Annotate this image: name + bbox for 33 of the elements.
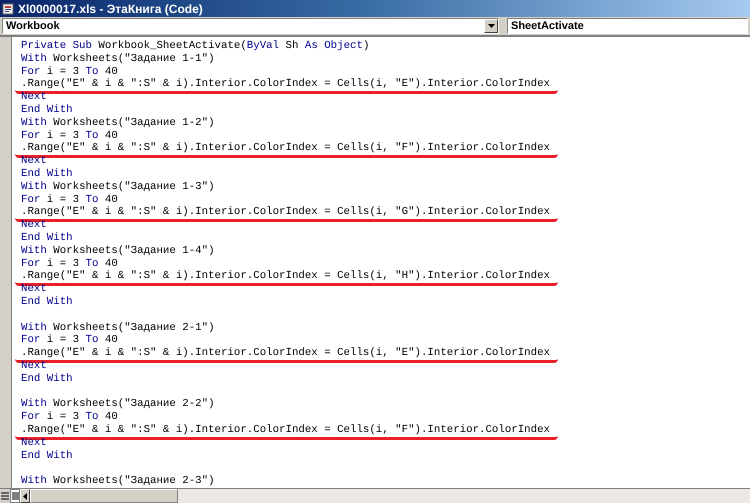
procedure-dropdown[interactable]: SheetActivate	[507, 18, 748, 34]
code-line: For i = 3 To 40	[21, 258, 118, 270]
code-line: End With	[21, 296, 73, 309]
code-line: For i = 3 To 40	[21, 130, 118, 142]
code-line: With Worksheets("Задание 2-3")	[21, 475, 215, 488]
module-icon	[2, 2, 14, 14]
code-line: With Worksheets("Задание 1-4")	[21, 244, 215, 258]
dropdown-button[interactable]	[484, 19, 498, 33]
code-line: With Worksheets("Задание 2-1")	[21, 322, 215, 334]
code-line: Private Sub Workbook_SheetActivate(ByVal Sh As Object)	[21, 40, 370, 53]
object-dropdown[interactable]: Workbook	[2, 18, 499, 34]
code-line: End With	[21, 450, 73, 462]
code-line: For i = 3 To 40	[21, 411, 118, 424]
code-editor[interactable]	[12, 37, 750, 488]
code-line: For i = 3 To 40	[21, 334, 118, 347]
scroll-left-button[interactable]	[20, 489, 30, 503]
code-line: End With	[21, 104, 73, 117]
code-line: For i = 3 To 40	[21, 66, 118, 78]
scrollbar-thumb[interactable]	[30, 489, 178, 503]
code-line: For i = 3 To 40	[21, 194, 118, 206]
window-title: Xl0000017.xls - ЭтаКнига (Code)	[18, 2, 203, 14]
module-view-button[interactable]	[10, 489, 20, 503]
left-arrow-icon	[23, 492, 27, 500]
code-line: End With	[21, 372, 73, 386]
code-line: End With	[21, 232, 73, 245]
code-line: With Worksheets("Задание 1-2")	[21, 116, 215, 130]
code-line: With Worksheets("Задание 1-3")	[21, 180, 215, 194]
code-line: With Worksheets("Задание 2-2")	[21, 398, 215, 411]
code-line: With Worksheets("Задание 1-1")	[21, 52, 215, 66]
code-line: End With	[21, 168, 73, 181]
lines-icon	[1, 492, 9, 500]
caret-icon	[488, 24, 494, 28]
lines-icon	[12, 492, 18, 500]
